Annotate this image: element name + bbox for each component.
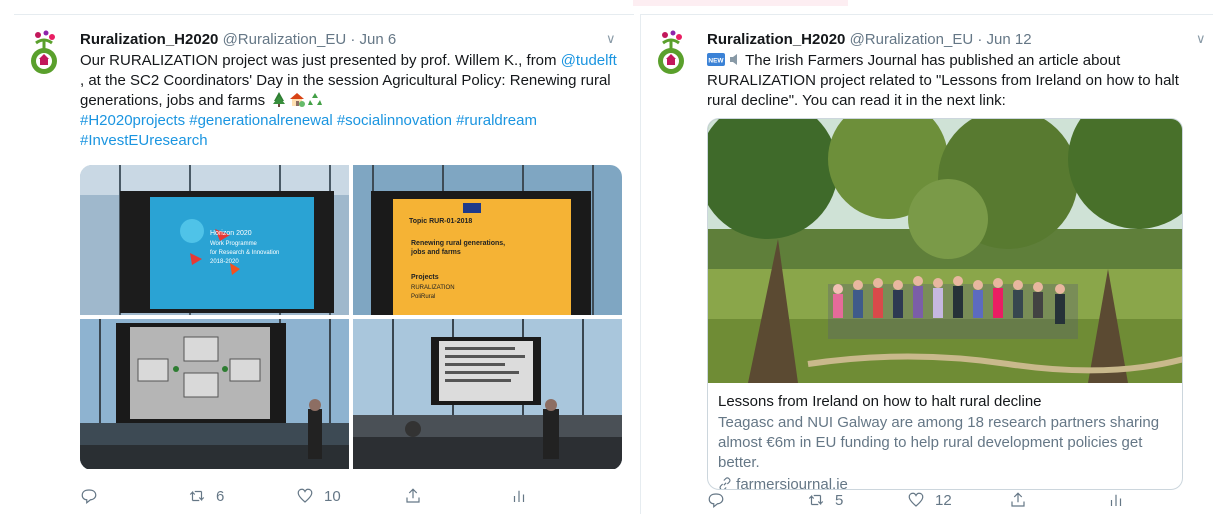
tweet-text: Our RURALIZATION project was just presen… [80,51,620,111]
like-button[interactable]: 12 [907,491,952,509]
like-count: 10 [324,487,341,505]
house-emoji [290,93,306,107]
tweet-text-start: Our RURALIZATION project was just presen… [80,52,561,69]
slide-text-line: for Research & Innovation [210,250,279,256]
slide-text-line: Topic RUR-01-2018 [409,218,472,225]
slide-text-line: Horizon 2020 [210,230,252,237]
photo-presentation-slide-horizon2020[interactable]: Horizon 2020 Work Programme for Research… [80,165,349,315]
top-accent-bar [633,0,848,6]
card-image-group-photo [708,119,1182,383]
slide-text-line: Projects [411,274,439,281]
like-count: 12 [935,491,952,509]
display-name[interactable]: Ruralization_H2020 [707,31,845,48]
share-button[interactable] [1009,491,1027,509]
share-icon [406,488,420,503]
tweet-text: NEW The Irish Farmers Journal has publis… [707,51,1197,111]
retweet-button[interactable]: 5 [807,491,843,509]
new-badge-label: NEW [708,58,724,65]
user-handle[interactable]: @Ruralization_EU [223,31,347,48]
reply-button[interactable] [707,491,725,509]
tweet-header: Ruralization_H2020 @Ruralization_EU · Ju… [80,31,620,49]
analytics-button[interactable] [1107,491,1125,509]
tweet-text-content: The Irish Farmers Journal has published … [707,52,1179,109]
tweet-header: Ruralization_H2020 @Ruralization_EU · Ju… [707,31,1197,49]
new-badge-icon: NEW [707,53,725,66]
slide-text-line: 2018-2020 [210,259,239,265]
like-icon [297,488,313,503]
slide-text-line: Work Programme [210,241,258,247]
reply-icon [708,493,724,508]
link-card[interactable]: Lessons from Ireland on how to halt rura… [707,118,1183,490]
tweet-2[interactable]: ∨ Ruralization_H2020 @Ruralization_EU · … [640,14,1213,514]
share-button[interactable] [404,487,422,505]
hashtags[interactable]: #H2020projects #generationalrenewal #soc… [80,111,620,151]
photo-presentation-slide-diagram[interactable] [80,319,349,469]
like-button[interactable]: 10 [296,487,341,505]
retweet-icon [808,494,824,506]
tweet-date[interactable]: Jun 12 [987,31,1032,48]
analytics-icon [1110,494,1122,506]
slide-text-line: RURALIZATION [411,285,455,291]
photo-grid[interactable]: Horizon 2020 Work Programme for Research… [80,165,622,470]
tree-emoji [273,92,286,107]
slide-text-line: Renewing rural generations, [411,240,505,247]
slide-text-line: PoliRural [411,294,435,300]
tweet-date[interactable]: Jun 6 [360,31,397,48]
tweet-1[interactable]: ∨ Ruralization_H2020 @Ruralization_EU · … [14,14,634,514]
analytics-button[interactable] [510,487,528,505]
card-url-row: farmersjournal.ie [718,475,1172,489]
photo-conference-room-speaker[interactable] [353,319,622,469]
reply-button[interactable] [80,487,98,505]
card-url[interactable]: farmersjournal.ie [736,476,848,489]
tweet-text-end: , at the SC2 Coordinators' Day in the se… [80,72,611,109]
like-icon [908,492,924,507]
ruralization-logo-icon[interactable] [26,29,62,77]
tweet-body: Ruralization_H2020 @Ruralization_EU · Ju… [707,31,1197,111]
reply-icon [81,489,97,504]
ruralization-logo-icon[interactable] [653,29,689,77]
tweet-actions: 6 10 [80,487,540,507]
chevron-down-icon[interactable]: ∨ [1196,31,1206,47]
card-meta: Lessons from Ireland on how to halt rura… [708,383,1182,489]
slide-text-line: jobs and farms [410,249,461,256]
separator-dot: · [350,31,356,48]
mention-link[interactable]: @tudelft [561,52,617,69]
photo-presentation-slide-topic[interactable]: Topic RUR-01-2018 Renewing rural generat… [353,165,622,315]
retweet-button[interactable]: 6 [188,487,224,505]
recycle-emoji [308,93,323,105]
speaker-icon [730,54,738,65]
tweet-body: Ruralization_H2020 @Ruralization_EU · Ju… [80,31,620,151]
retweet-icon [189,490,205,502]
card-title[interactable]: Lessons from Ireland on how to halt rura… [718,392,1172,411]
analytics-icon [513,490,525,502]
share-icon [1011,492,1025,507]
separator-dot: · [977,31,983,48]
user-handle[interactable]: @Ruralization_EU [850,31,974,48]
retweet-count: 6 [216,487,225,505]
tweet-actions: 5 12 [707,491,1167,511]
retweet-count: 5 [835,491,844,509]
card-description: Teagasc and NUI Galway are among 18 rese… [718,414,1160,471]
display-name[interactable]: Ruralization_H2020 [80,31,218,48]
link-icon [719,477,731,489]
